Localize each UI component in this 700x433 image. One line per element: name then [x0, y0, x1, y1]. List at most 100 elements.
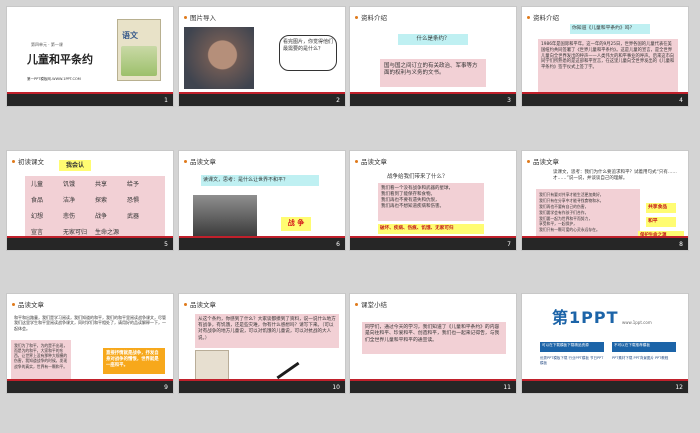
slide-thumbnail-4[interactable]: 资料介绍 你知道《儿童和平条约》吗？ 1986年是国际和平年。这一年的9月25日… — [521, 6, 689, 107]
slide-number: 2 — [336, 97, 340, 104]
slide-footer-bar: 1 — [7, 92, 173, 106]
quote-box: 我们只有要对共享才能生活更加美好， 我们只有在分享中才能寻找食物和水， 我们再也… — [536, 189, 640, 239]
link-list-right[interactable]: PPT素材下载 PPT背景图片 PPT教程 — [612, 356, 676, 376]
logo-url: www.1ppt.com — [622, 320, 652, 325]
slide-footer-bar: 12 — [522, 379, 688, 393]
word: 探索 — [95, 197, 108, 205]
photo-war-children — [193, 195, 257, 237]
tag-label: 图片导入 — [190, 14, 216, 22]
word: 悲伤 — [63, 213, 76, 221]
heading-box: 我会认 — [59, 160, 91, 171]
word: 儿童 — [31, 181, 44, 188]
word: 食品 — [31, 197, 44, 205]
bullet-icon — [527, 159, 530, 163]
keyword-box: 和平 — [646, 217, 676, 227]
slide-tag: 品读文章 — [12, 299, 44, 309]
slide-number: 5 — [164, 241, 168, 248]
heading-box: 你知道《儿童和平条约》吗？ — [570, 24, 650, 34]
photo-crying-child — [184, 27, 254, 89]
word-grid: 儿童 饥饿 共享 给予 食品 洁净 探索 恐惧 幻想 悲伤 战争 武器 宣言 无… — [25, 176, 165, 242]
question-box: 读课文，思考：是什么让世界不和平？ — [201, 175, 319, 186]
word: 幻想 — [31, 213, 44, 221]
slide-number: 12 — [675, 384, 683, 391]
slide-number: 4 — [679, 97, 683, 104]
panel-heading: 不可以在下载推荐模板 — [614, 343, 650, 347]
bullet-icon — [184, 15, 187, 19]
slide-tag: 品读文章 — [527, 156, 559, 166]
download-panel-right: 不可以在下载推荐模板 — [612, 342, 676, 352]
slide-number: 1 — [164, 97, 168, 104]
tag-label: 品读文章 — [190, 301, 216, 309]
answer-box: 战 争 — [281, 217, 311, 231]
word: 共享 — [95, 181, 108, 188]
slide-thumbnail-7[interactable]: 品读文章 战争给我们带来了什么？ 我们看一个没有战争和武器的星球， 我们看到了能… — [349, 150, 517, 251]
panel-heading: 可以在下载模板下载精品资源 — [542, 343, 589, 347]
logo-text: 第1PPT — [552, 308, 619, 327]
bullet-icon — [184, 302, 187, 306]
slide-tag: 资料介绍 — [355, 12, 387, 22]
slide-footer-bar: 7 — [350, 236, 516, 250]
quote-line: 我们只有一颗可爱的心灵永远存在。 — [539, 227, 600, 233]
answer-box: 破坏、疾病、伤痕、饥饿、无家可归 — [378, 224, 484, 234]
tag-label: 资料介绍 — [361, 14, 387, 22]
slide-thumbnail-11[interactable]: 课堂小结 同学们，通过今天的学习，我们知道了《儿童和平条约》的内容是向往和平、珍… — [349, 293, 517, 394]
link-list-left[interactable]: 优秀PPT模板下载 行业PPT模板 节日PPT模板 — [540, 356, 604, 376]
slide-footer-bar: 5 — [7, 236, 173, 250]
slide-thumbnail-1[interactable]: 第四单元 · 第一课 儿童和平条约 第一PPT模板网-WWW.1PPT.COM … — [6, 6, 174, 107]
slide-tag: 图片导入 — [184, 12, 216, 22]
slide-number: 7 — [507, 241, 511, 248]
slide-footer-bar: 8 — [522, 236, 688, 250]
letter-image — [195, 350, 229, 380]
bullet-icon — [12, 159, 15, 163]
slide-footer-bar: 6 — [179, 236, 345, 250]
tag-label: 品读文章 — [18, 301, 44, 309]
word: 武器 — [127, 213, 140, 221]
tag-label: 品读文章 — [190, 158, 216, 166]
word: 洁净 — [63, 197, 76, 205]
slide-number: 9 — [164, 384, 168, 391]
slide-footer-bar: 3 — [350, 92, 516, 106]
bullet-icon — [355, 302, 358, 306]
slide-thumbnail-8[interactable]: 品读文章 读课文，思考：我们为什么要追求和平？试着用句式“只有……才……”说一说… — [521, 150, 689, 251]
tag-label: 资料介绍 — [533, 14, 559, 22]
logo: 第1PPT — [552, 304, 619, 328]
word: 恐惧 — [127, 197, 140, 205]
slide-number: 8 — [679, 241, 683, 248]
textbook-title: 语文 — [122, 30, 138, 40]
slide-number: 6 — [336, 241, 340, 248]
word: 战争 — [95, 213, 108, 221]
intro-text: 和平和出路童，我们是学习阅读，我们知道的和平，我们的和平里阅读战争课文，尽管我们… — [14, 315, 166, 331]
slide-tag: 资料介绍 — [527, 12, 559, 22]
question-text: 读课文，思考：我们为什么要追求和平？试着用句式“只有……才……”说一说，并谈谈自… — [553, 170, 677, 182]
slide-thumbnail-6[interactable]: 品读文章 读课文，思考：是什么让世界不和平？ 战 争 6 — [178, 150, 346, 251]
quote-box: 我们看一个没有战争和武器的星球， 我们看到了能保存和食物。 我们再也不要有遗失和… — [378, 183, 484, 221]
slide-thumbnail-12[interactable]: 第1PPT www.1ppt.com 可以在下载模板下载精品资源 不可以在下载推… — [521, 293, 689, 394]
tag-label: 品读文章 — [361, 158, 387, 166]
slide-thumbnail-10[interactable]: 品读文章 从这个条约，你感到了什么？大家谈都摸到了资料，说一说什么地方有战争，有… — [178, 293, 346, 394]
pen-icon — [276, 361, 300, 380]
slide-thumbnail-9[interactable]: 品读文章 和平和出路童，我们是学习阅读，我们知道的和平，我们的和平里阅读战争课文… — [6, 293, 174, 394]
prompt-box: 从这个条约，你感到了什么？大家谈都摸到了资料，说一说什么地方有战争，有饥饿，还是… — [195, 314, 339, 348]
textbook-cover: 语文 — [117, 19, 161, 81]
slide-thumbnail-5[interactable]: 初读课文 我会认 儿童 饥饿 共享 给予 食品 洁净 探索 恐惧 幻想 悲伤 战… — [6, 150, 174, 251]
slide-number: 10 — [332, 384, 340, 391]
slide-footer-bar: 4 — [522, 92, 688, 106]
download-panel-left: 可以在下载模板下载精品资源 — [540, 342, 604, 352]
unit-label: 第四单元 · 第一课 — [31, 42, 63, 47]
summary-box: 同学们，通过今天的学习，我们知道了《儿童和平条约》的内容是向往和平、珍爱和平、创… — [362, 322, 506, 354]
textbook-art — [121, 46, 157, 76]
tag-label: 初读课文 — [18, 158, 44, 166]
bullet-icon — [12, 302, 15, 306]
heading-box: 什么是条约？ — [398, 34, 468, 45]
slide-footer-bar: 2 — [179, 92, 345, 106]
slide-footer-bar: 9 — [7, 379, 173, 393]
slide-footer-bar: 11 — [350, 379, 516, 393]
quote-line: 我们再也不想知道疾病和伤害。 — [381, 204, 444, 210]
slide-thumbnail-3[interactable]: 资料介绍 什么是条约？ 国与国之间订立的有关政治、军事等方面的权利与义务的文书。… — [349, 6, 517, 107]
slide-footer-bar: 10 — [179, 379, 345, 393]
slide-tag: 课堂小结 — [355, 299, 387, 309]
slide-thumbnail-2[interactable]: 图片导入 看完图片，你觉得他们最需要的是什么？ 2 — [178, 6, 346, 107]
slide-tag: 初读课文 — [12, 156, 44, 166]
word: 给予 — [127, 181, 140, 188]
tag-label: 课堂小结 — [361, 301, 387, 309]
